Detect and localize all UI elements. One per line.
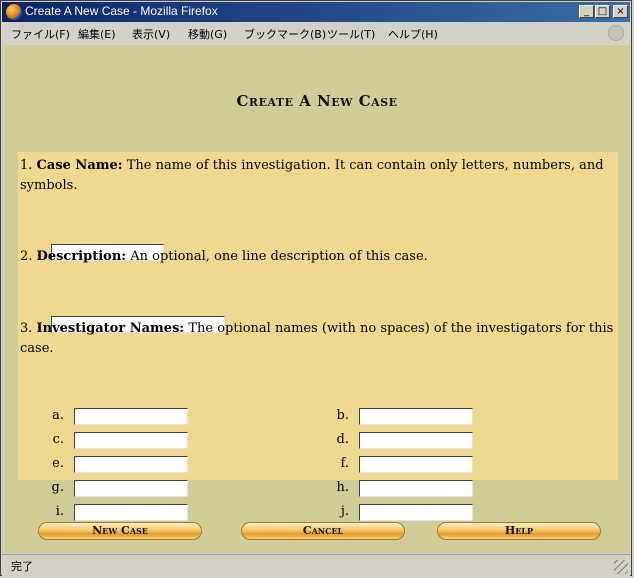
case-name-label: Case Name: [36, 158, 123, 173]
description-label: Description: [36, 249, 127, 264]
menu-edit[interactable]: 編集(E) [78, 26, 116, 42]
case-form-panel: 1. Case Name: The name of this investiga… [18, 152, 618, 521]
menu-tools[interactable]: ツール(T) [327, 26, 375, 42]
browser-window: Create A New Case - Mozilla Firefox _ □ … [0, 0, 632, 576]
investigator-h-label: h. [336, 480, 349, 495]
description-prompt: 2. Description: An optional, one line de… [20, 247, 614, 267]
minimize-button[interactable]: _ [579, 5, 594, 18]
menu-file[interactable]: ファイル(F) [11, 26, 70, 42]
investigator-d-input[interactable] [359, 432, 473, 449]
investigator-e-input[interactable] [74, 456, 188, 473]
cancel-button[interactable]: Cancel [241, 522, 405, 540]
investigator-c-label: c. [52, 432, 64, 447]
status-text: 完了 [11, 560, 33, 573]
description-help: An optional, one line description of thi… [130, 249, 428, 264]
maximize-button[interactable]: □ [595, 5, 610, 18]
menu-help[interactable]: ヘルプ(H) [388, 26, 438, 42]
investigator-b-input[interactable] [359, 408, 473, 425]
investigator-i-label: i. [55, 504, 64, 519]
page-title: Create A New Case [236, 92, 398, 110]
investigator-b-label: b. [336, 408, 349, 423]
firefox-logo-icon [6, 4, 22, 20]
resize-grip-icon[interactable] [614, 560, 628, 574]
investigator-a-input[interactable] [74, 408, 188, 425]
throbber-icon [608, 25, 624, 41]
investigator-h-input[interactable] [359, 480, 473, 497]
page-content: Create A New Case 1. Case Name: The name… [4, 45, 630, 553]
investigator-j-input[interactable] [359, 504, 473, 521]
close-button[interactable]: × [613, 5, 628, 18]
menu-go[interactable]: 移動(G) [188, 26, 227, 42]
investigators-number: 3. [20, 321, 33, 336]
new-case-button[interactable]: New Case [38, 522, 202, 540]
case-name-number: 1. [20, 158, 33, 173]
investigator-f-label: f. [340, 456, 349, 471]
menu-view[interactable]: 表示(V) [132, 26, 170, 42]
title-bar[interactable]: Create A New Case - Mozilla Firefox _ □ … [2, 2, 630, 22]
status-bar: 完了 [2, 554, 630, 576]
investigators-prompt: 3. Investigator Names: The optional name… [20, 319, 614, 359]
investigator-a-label: a. [52, 408, 64, 423]
investigator-d-label: d. [336, 432, 349, 447]
menu-bar: ファイル(F) 編集(E) 表示(V) 移動(G) ブックマーク(B) ツール(… [2, 23, 630, 43]
investigator-c-input[interactable] [74, 432, 188, 449]
investigator-j-label: j. [340, 504, 349, 519]
window-title: Create A New Case - Mozilla Firefox [25, 4, 218, 18]
investigator-g-label: g. [51, 480, 64, 495]
investigator-f-input[interactable] [359, 456, 473, 473]
description-number: 2. [20, 249, 33, 264]
case-name-prompt: 1. Case Name: The name of this investiga… [20, 156, 614, 196]
help-button[interactable]: Help [437, 522, 601, 540]
investigator-e-label: e. [52, 456, 64, 471]
investigator-g-input[interactable] [74, 480, 188, 497]
investigator-i-input[interactable] [74, 504, 188, 521]
menu-bookmarks[interactable]: ブックマーク(B) [244, 26, 326, 42]
investigators-label: Investigator Names: [36, 321, 185, 336]
